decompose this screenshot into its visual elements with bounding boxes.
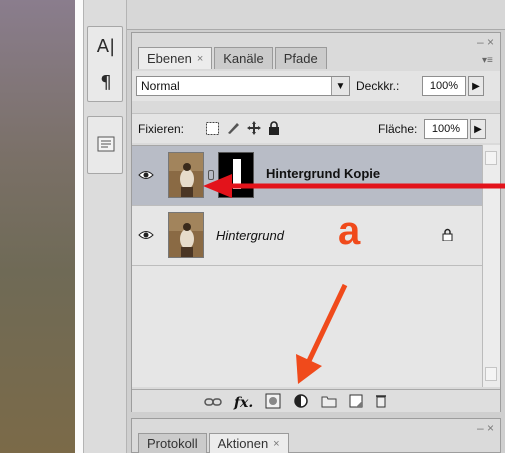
annotation-overlay	[203, 174, 505, 384]
annotation-letter: a	[338, 209, 361, 253]
orange-pointer-arrow	[296, 283, 348, 384]
red-pointer-arrow	[203, 174, 505, 198]
